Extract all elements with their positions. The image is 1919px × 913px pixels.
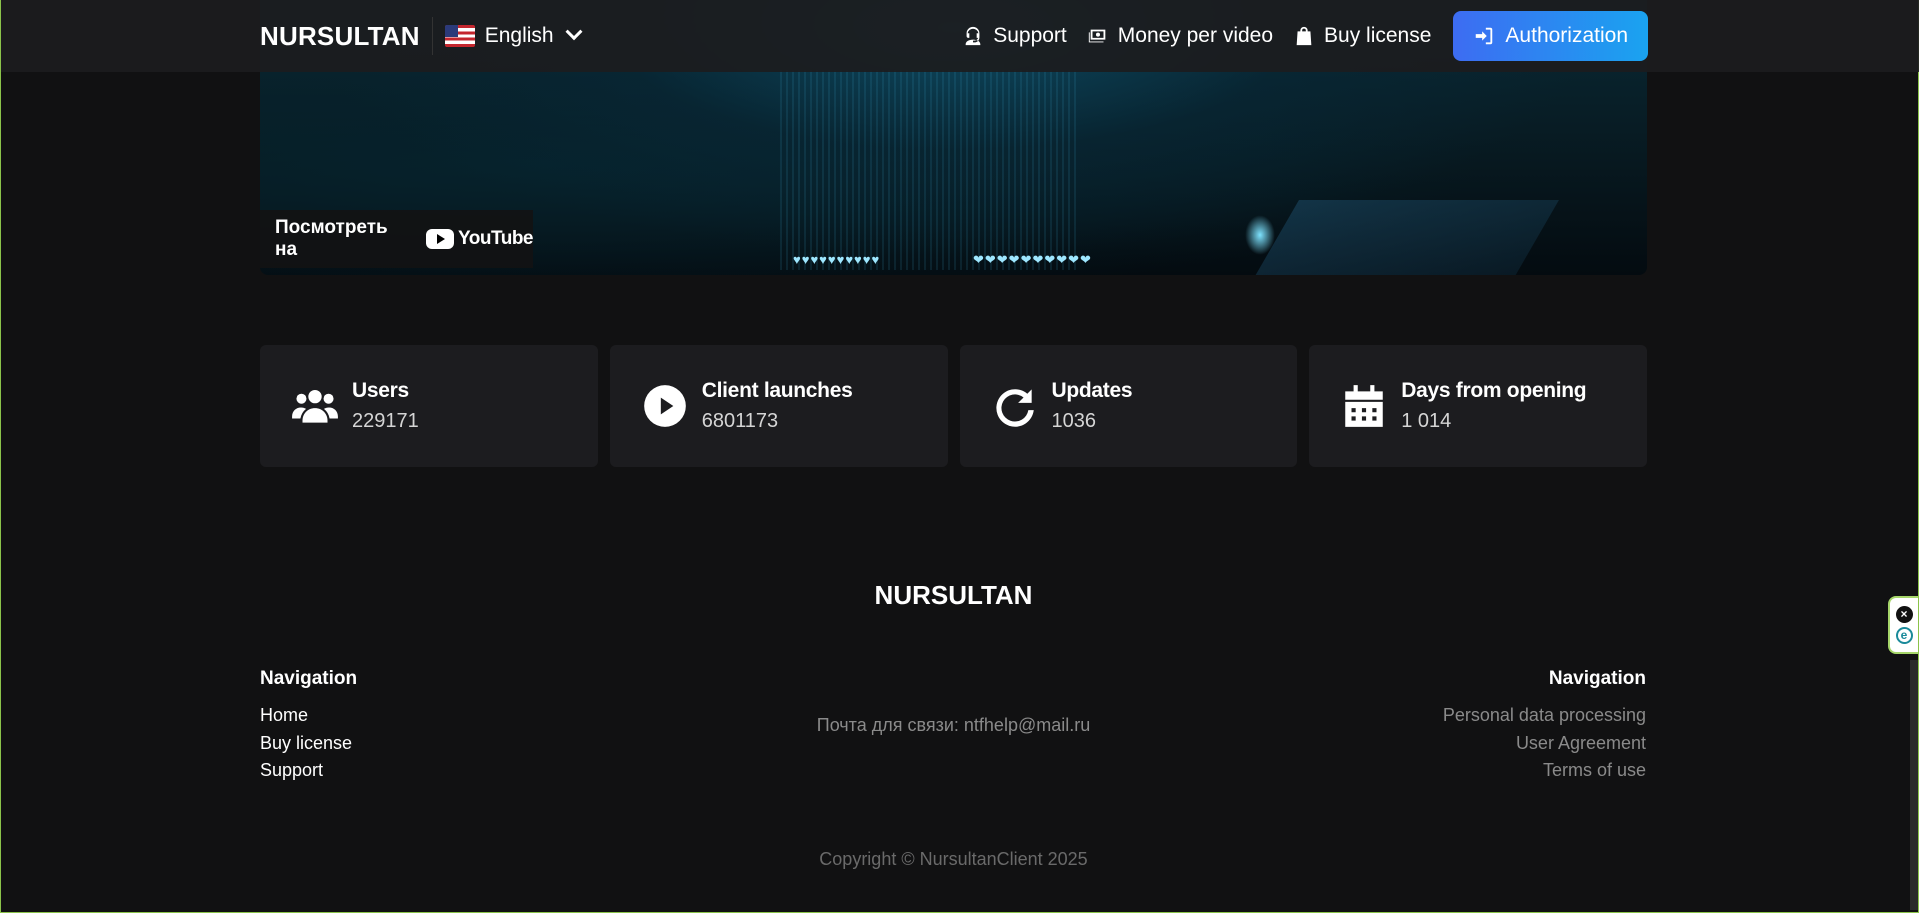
footer-link-terms-of-use[interactable]: Terms of use xyxy=(1443,757,1646,785)
game-hearts-right: ❤❤❤❤❤❤❤❤❤❤ xyxy=(973,252,1092,267)
stats-row: Users 229171 Client launches 6801173 Upd… xyxy=(260,345,1647,467)
copyright: Copyright © NursultanClient 2025 xyxy=(819,849,1088,869)
calendar-icon xyxy=(1345,385,1383,427)
watch-on-youtube-button[interactable]: Посмотреть на YouTube xyxy=(260,210,533,268)
refresh-icon xyxy=(995,389,1034,427)
header-nav: Support Money per video Buy license Auth… xyxy=(962,11,1648,61)
extension-e-icon[interactable]: e xyxy=(1895,627,1913,644)
buy-license-link[interactable]: Buy license xyxy=(1293,24,1431,48)
support-link[interactable]: Support xyxy=(962,24,1067,48)
brand-logo[interactable]: NURSULTAN xyxy=(260,21,420,52)
youtube-wordmark: YouTube xyxy=(458,228,533,249)
play-circle-icon xyxy=(643,385,686,427)
chevron-down-icon xyxy=(565,23,583,41)
game-hearts-left: ♥♥♥♥♥♥♥♥♥♥ xyxy=(793,252,881,267)
users-icon xyxy=(292,389,338,423)
watch-on-label: Посмотреть на xyxy=(275,217,388,260)
money-per-video-link[interactable]: Money per video xyxy=(1087,24,1273,48)
video-frame-glow xyxy=(1245,215,1275,255)
video-frame-detail xyxy=(780,70,1080,270)
side-widget: × e xyxy=(1888,596,1918,654)
buy-license-label: Buy license xyxy=(1324,24,1432,47)
youtube-play-icon xyxy=(426,229,455,249)
stat-value: 6801173 xyxy=(701,410,779,432)
footer-link-user-agreement[interactable]: User Agreement xyxy=(1443,730,1646,758)
authorization-button[interactable]: Authorization xyxy=(1453,11,1648,61)
money-icon xyxy=(1088,29,1106,43)
stat-value: 229171 xyxy=(352,410,419,432)
support-agent-icon xyxy=(965,26,981,46)
stat-title: Days from opening xyxy=(1401,379,1587,402)
stat-value: 1036 xyxy=(1051,410,1097,432)
scrollbar[interactable] xyxy=(1910,660,1918,910)
footer-link-support[interactable]: Support xyxy=(260,757,357,785)
stat-card-updates: Updates 1036 xyxy=(959,345,1298,467)
stat-card-days-from-opening: Days from opening 1 014 xyxy=(1309,345,1647,467)
authorization-label: Authorization xyxy=(1505,24,1628,47)
stat-title: Client launches xyxy=(701,379,853,402)
sign-in-icon xyxy=(1476,27,1493,45)
footer-brand: NURSULTAN xyxy=(874,580,1033,610)
youtube-logo: YouTube xyxy=(426,228,533,250)
stat-value: 1 014 xyxy=(1401,410,1452,432)
close-icon[interactable]: × xyxy=(1895,606,1913,623)
money-per-video-label: Money per video xyxy=(1117,24,1274,47)
footer-nav-right: Navigation Personal data processing User… xyxy=(1443,668,1646,785)
stat-card-users: Users 229171 xyxy=(260,345,598,467)
support-label: Support xyxy=(993,24,1067,47)
language-label: English xyxy=(484,24,554,47)
footer-nav-heading: Navigation xyxy=(260,668,358,689)
header-divider xyxy=(431,17,433,55)
footer-nav-heading: Navigation xyxy=(1548,668,1646,689)
stat-title: Users xyxy=(352,379,409,402)
footer-link-personal-data[interactable]: Personal data processing xyxy=(1443,702,1646,730)
stat-title: Updates xyxy=(1051,379,1133,402)
site-header: NURSULTAN English Support Money per vide… xyxy=(1,0,1919,72)
language-selector[interactable]: English xyxy=(444,23,583,48)
us-flag-icon xyxy=(444,25,475,47)
shopping-bag-icon xyxy=(1296,26,1312,46)
stat-card-client-launches: Client launches 6801173 xyxy=(609,345,948,467)
